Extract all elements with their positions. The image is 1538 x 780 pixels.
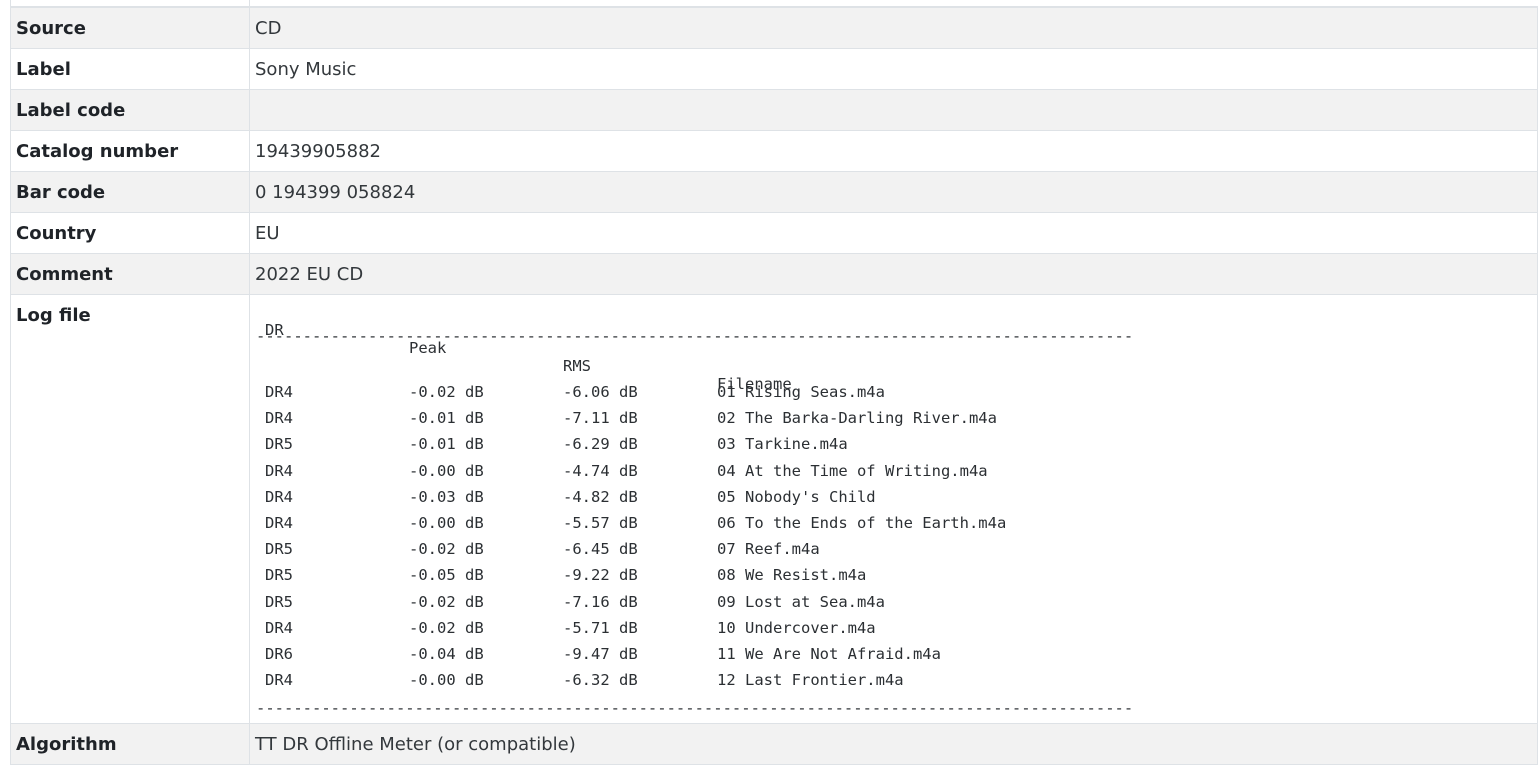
table-row: Source CD xyxy=(10,7,1538,49)
row-key-catalog-number: Catalog number xyxy=(10,130,250,172)
log-row: DR5 -0.02 dB -7.16 dB 09 Lost at Sea.m4a xyxy=(256,589,1537,615)
log-dr-value: DR4 xyxy=(265,383,293,401)
row-value-label: Sony Music xyxy=(249,48,1538,90)
log-dr-value: DR4 xyxy=(265,461,293,480)
table-row: Label Sony Music xyxy=(10,48,1538,90)
log-row: DR4 -0.00 dB -5.57 dB 06 To the Ends of the… xyxy=(256,510,1537,536)
log-row: DR5 -0.02 dB -6.45 dB 07 Reef.m4a xyxy=(256,536,1537,562)
log-header-peak: Peak xyxy=(409,339,447,357)
table-row: Catalog number 19439905882 xyxy=(10,130,1538,172)
log-rms-value: -4.82 dB xyxy=(563,487,638,506)
row-value-label-code xyxy=(249,89,1538,131)
log-dr-value: DR4 xyxy=(265,671,293,690)
log-peak-value: -0.03 dB xyxy=(409,487,484,506)
log-peak-value: -0.00 dB xyxy=(409,513,484,532)
row-value-source: CD xyxy=(249,7,1538,49)
log-row: DR4 -0.00 dB -4.74 dB 04 At the Time of Wri… xyxy=(256,458,1537,484)
row-key-country: Country xyxy=(10,212,250,254)
log-peak-value: -0.01 dB xyxy=(409,435,484,454)
row-key-log-file: Log file xyxy=(10,294,250,724)
log-dr-value: DR6 xyxy=(265,644,293,663)
log-header-rms: RMS xyxy=(563,357,591,375)
log-dr-value: DR5 xyxy=(265,435,293,454)
log-dr-value: DR4 xyxy=(265,513,293,532)
log-rms-value: -6.45 dB xyxy=(563,540,638,559)
log-peak-value: -0.02 dB xyxy=(409,618,484,637)
log-peak-value: -0.00 dB xyxy=(409,671,484,690)
log-filename-value: 02 The Barka-Darling River.m4a xyxy=(717,409,997,428)
log-peak-value: -0.05 dB xyxy=(409,566,484,585)
log-row: DR5 -0.05 dB -9.22 dB 08 We Resist.m4a xyxy=(256,562,1537,588)
log-dr-value: DR5 xyxy=(265,540,293,559)
log-peak-value: -0.02 dB xyxy=(409,592,484,611)
table-row: Bar code 0 194399 058824 xyxy=(10,171,1538,213)
log-file-content: DR Peak RMS Filename -------------------… xyxy=(251,296,1537,723)
log-filename-value: 03 Tarkine.m4a xyxy=(717,435,848,454)
table-row-algorithm: Algorithm TT DR Offline Meter (or compat… xyxy=(10,723,1538,765)
row-key-label-code: Label code xyxy=(10,89,250,131)
row-key-source: Source xyxy=(10,7,250,49)
log-row: DR5 -0.01 dB -6.29 dB 03 Tarkine.m4a xyxy=(256,431,1537,457)
log-filename-value: 12 Last Frontier.m4a xyxy=(717,671,904,690)
row-key-label: Label xyxy=(10,48,250,90)
log-peak-value: -0.04 dB xyxy=(409,644,484,663)
log-header-dr: DR xyxy=(265,321,284,339)
log-rows: DR4 -0.02 dB -6.06 dB 01 Rising Seas.m4a DR4… xyxy=(256,379,1537,693)
log-filename-value: 05 Nobody's Child xyxy=(717,487,876,506)
log-peak-value: -0.02 dB xyxy=(409,540,484,559)
log-filename-value: 04 At the Time of Writing.m4a xyxy=(717,461,988,480)
log-row: DR4 -0.03 dB -4.82 dB 05 Nobody's Child xyxy=(256,484,1537,510)
log-row: DR4 -0.02 dB -5.71 dB 10 Undercover.m4a xyxy=(256,615,1537,641)
row-key-comment: Comment xyxy=(10,253,250,295)
log-dr-value: DR4 xyxy=(265,487,293,506)
row-value-comment: 2022 EU CD xyxy=(249,253,1538,295)
release-info-table: Source CD Label Sony Music Label code Ca… xyxy=(10,7,1538,765)
row-value-catalog-number: 19439905882 xyxy=(249,130,1538,172)
log-rms-value: -6.32 dB xyxy=(563,671,638,690)
log-peak-value: -0.00 dB xyxy=(409,461,484,480)
log-rms-value: -9.22 dB xyxy=(563,566,638,585)
log-rms-value: -7.11 dB xyxy=(563,409,638,428)
log-filename-value: 09 Lost at Sea.m4a xyxy=(717,592,885,611)
log-row: DR4 -0.01 dB -7.11 dB 02 The Barka-Darling … xyxy=(256,405,1537,431)
table-row: Label code xyxy=(10,89,1538,131)
table-row-log-file: Log file DR Peak RMS Filename ----------… xyxy=(10,294,1538,724)
log-rms-value: -9.47 dB xyxy=(563,644,638,663)
log-filename-value: 06 To the Ends of the Earth.m4a xyxy=(717,513,1007,532)
log-separator-top: ----------------------------------------… xyxy=(256,327,1134,345)
log-rms-value: -7.16 dB xyxy=(563,592,638,611)
log-rms-value: -5.57 dB xyxy=(563,513,638,532)
log-dr-value: DR4 xyxy=(265,409,293,428)
row-value-country: EU xyxy=(249,212,1538,254)
log-peak-value: -0.02 dB xyxy=(409,383,484,401)
log-rms-value: -5.71 dB xyxy=(563,618,638,637)
log-filename-value: 11 We Are Not Afraid.m4a xyxy=(717,644,941,663)
release-details: Source CD Label Sony Music Label code Ca… xyxy=(10,0,1538,780)
row-value-bar-code: 0 194399 058824 xyxy=(249,171,1538,213)
log-filename-value: 08 We Resist.m4a xyxy=(717,566,867,585)
log-dr-value: DR4 xyxy=(265,618,293,637)
log-row: DR4 -0.02 dB -6.06 dB 01 Rising Seas.m4a xyxy=(256,379,1537,405)
log-row: DR4 -0.00 dB -6.32 dB 12 Last Frontier.m4a xyxy=(256,667,1537,693)
log-rms-value: -6.06 dB xyxy=(563,383,638,401)
log-dr-value: DR5 xyxy=(265,592,293,611)
log-filename-value: 01 Rising Seas.m4a xyxy=(717,383,885,401)
log-rms-value: -6.29 dB xyxy=(563,435,638,454)
log-file-cell: DR Peak RMS Filename -------------------… xyxy=(249,294,1538,724)
row-key-algorithm: Algorithm xyxy=(10,723,250,765)
log-dr-value: DR5 xyxy=(265,566,293,585)
log-filename-value: 10 Undercover.m4a xyxy=(717,618,876,637)
log-filename-value: 07 Reef.m4a xyxy=(717,540,820,559)
table-row: Country EU xyxy=(10,212,1538,254)
log-rms-value: -4.74 dB xyxy=(563,461,638,480)
log-peak-value: -0.01 dB xyxy=(409,409,484,428)
log-row: DR6 -0.04 dB -9.47 dB 11 We Are Not Afraid.… xyxy=(256,641,1537,667)
row-key-bar-code: Bar code xyxy=(10,171,250,213)
table-top-edge xyxy=(10,0,1538,7)
log-header-row: DR Peak RMS Filename xyxy=(256,303,1537,393)
table-row: Comment 2022 EU CD xyxy=(10,253,1538,295)
row-value-algorithm: TT DR Offline Meter (or compatible) xyxy=(249,723,1538,765)
log-separator-bottom: ----------------------------------------… xyxy=(256,699,1134,718)
